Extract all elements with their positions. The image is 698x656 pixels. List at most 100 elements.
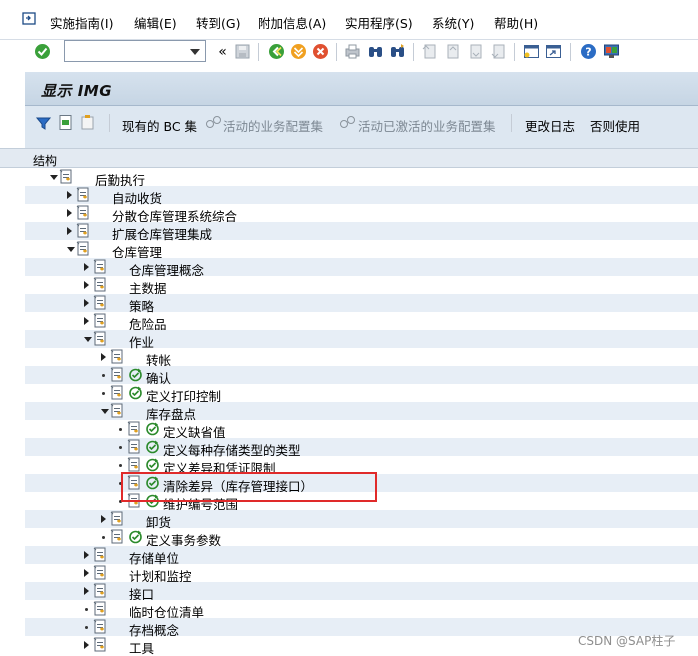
change-log-button[interactable]: 更改日志 (525, 116, 575, 135)
tree-row[interactable]: 主数据 (25, 276, 698, 296)
collapse-node-icon[interactable] (67, 247, 75, 252)
documentation-icon[interactable] (110, 349, 125, 364)
cancel-icon[interactable] (312, 43, 329, 60)
menu-item-goto[interactable]: 转到(G) (196, 13, 240, 32)
documentation-icon[interactable] (93, 331, 108, 346)
last-page-icon[interactable] (490, 43, 507, 60)
find-icon[interactable] (367, 43, 384, 60)
command-field[interactable] (64, 40, 206, 62)
expand-node-icon[interactable] (84, 299, 89, 307)
expand-node-icon[interactable] (101, 353, 106, 361)
expand-node-icon[interactable] (67, 209, 72, 217)
documentation-icon[interactable] (110, 385, 125, 400)
save-icon[interactable] (234, 43, 251, 60)
activated-bc-sets-activity-button[interactable]: 活动已激活的业务配置集 (358, 116, 496, 135)
documentation-icon[interactable] (76, 205, 91, 220)
collapse-node-icon[interactable] (84, 337, 92, 342)
tree-row[interactable]: 卸货 (25, 510, 698, 530)
execute-activity-icon[interactable] (128, 385, 143, 400)
execute-activity-icon[interactable] (145, 457, 160, 472)
expand-node-icon[interactable] (84, 317, 89, 325)
menu-item-help[interactable]: 帮助(H) (494, 13, 538, 32)
where-used-icon[interactable] (57, 114, 74, 131)
enter-icon[interactable] (34, 43, 51, 60)
tree-row[interactable]: 自动收货 (25, 186, 698, 206)
tree-row[interactable]: 临时仓位清单 (25, 600, 698, 620)
documentation-icon[interactable] (110, 403, 125, 418)
documentation-icon[interactable] (110, 529, 125, 544)
tree-row[interactable]: 定义缺省值 (25, 420, 698, 440)
collapse-node-icon[interactable] (50, 175, 58, 180)
expand-node-icon[interactable] (67, 191, 72, 199)
chevron-down-icon[interactable] (190, 49, 200, 55)
execute-activity-icon[interactable] (128, 367, 143, 382)
tree-row[interactable]: 转帐 (25, 348, 698, 368)
documentation-icon[interactable] (93, 313, 108, 328)
tree-node-label[interactable]: 工具 (129, 638, 154, 656)
documentation-icon[interactable] (76, 187, 91, 202)
tree-row[interactable]: 计划和监控 (25, 564, 698, 584)
documentation-icon[interactable] (127, 439, 142, 454)
tree-row[interactable]: 仓库管理概念 (25, 258, 698, 278)
expand-node-icon[interactable] (84, 569, 89, 577)
documentation-icon[interactable] (127, 421, 142, 436)
collapse-icon[interactable]: « (214, 43, 231, 60)
tree-row[interactable]: 库存盘点 (25, 402, 698, 422)
customize-layout-icon[interactable] (603, 43, 620, 60)
tree-row[interactable]: 作业 (25, 330, 698, 350)
expand-node-icon[interactable] (84, 551, 89, 559)
expand-node-icon[interactable] (84, 281, 89, 289)
expand-node-icon[interactable] (101, 515, 106, 523)
tree-row[interactable]: 接口 (25, 582, 698, 602)
menu-item-utilities[interactable]: 实用程序(S) (345, 13, 413, 32)
tree-row[interactable]: 扩展仓库管理集成 (25, 222, 698, 242)
document-icon[interactable] (79, 114, 96, 131)
shortcut-icon[interactable] (545, 43, 562, 60)
documentation-icon[interactable] (93, 583, 108, 598)
tree-row[interactable]: 危险品 (25, 312, 698, 332)
documentation-icon[interactable] (127, 457, 142, 472)
execute-activity-icon[interactable] (128, 529, 143, 544)
menu-item-system[interactable]: 系统(Y) (432, 13, 474, 32)
documentation-icon[interactable] (93, 601, 108, 616)
back-icon[interactable] (268, 43, 285, 60)
documentation-icon[interactable] (93, 565, 108, 580)
expand-node-icon[interactable] (84, 587, 89, 595)
execute-activity-icon[interactable] (145, 421, 160, 436)
tree-row[interactable]: 定义每种存储类型的类型 (25, 438, 698, 458)
existing-bc-sets-button[interactable]: 现有的 BC 集 (122, 116, 197, 135)
documentation-icon[interactable] (93, 637, 108, 652)
documentation-icon[interactable] (93, 277, 108, 292)
first-page-icon[interactable] (421, 43, 438, 60)
expand-node-icon[interactable] (67, 227, 72, 235)
sap-menu-icon[interactable] (22, 11, 39, 27)
next-page-icon[interactable] (467, 43, 484, 60)
filter-icon[interactable] (35, 114, 52, 131)
documentation-icon[interactable] (76, 241, 91, 256)
menu-item-implementation-guide[interactable]: 实施指南(I) (50, 13, 113, 32)
documentation-icon[interactable] (93, 547, 108, 562)
tree-row[interactable]: 策略 (25, 294, 698, 314)
documentation-icon[interactable] (76, 223, 91, 238)
tree-row[interactable]: 分散仓库管理系统综合 (25, 204, 698, 224)
documentation-icon[interactable] (93, 259, 108, 274)
tree-row[interactable]: 存储单位 (25, 546, 698, 566)
tree-row[interactable]: 仓库管理 (25, 240, 698, 260)
menu-item-extras[interactable]: 附加信息(A) (258, 13, 326, 32)
print-icon[interactable] (344, 43, 361, 60)
new-session-icon[interactable] (523, 43, 540, 60)
release-notes-button[interactable]: 否则使用 (590, 116, 640, 135)
tree-row[interactable]: 定义打印控制 (25, 384, 698, 404)
tree-row[interactable]: 确认 (25, 366, 698, 386)
menu-item-edit[interactable]: 编辑(E) (134, 13, 177, 32)
help-icon[interactable]: ? (580, 43, 597, 60)
documentation-icon[interactable] (93, 295, 108, 310)
activated-bc-sets-button[interactable]: 活动的业务配置集 (223, 116, 323, 135)
expand-node-icon[interactable] (84, 641, 89, 649)
collapse-node-icon[interactable] (101, 409, 109, 414)
exit-icon[interactable] (290, 43, 307, 60)
documentation-icon[interactable] (110, 367, 125, 382)
documentation-icon[interactable] (110, 511, 125, 526)
prev-page-icon[interactable] (444, 43, 461, 60)
documentation-icon[interactable] (59, 169, 74, 184)
